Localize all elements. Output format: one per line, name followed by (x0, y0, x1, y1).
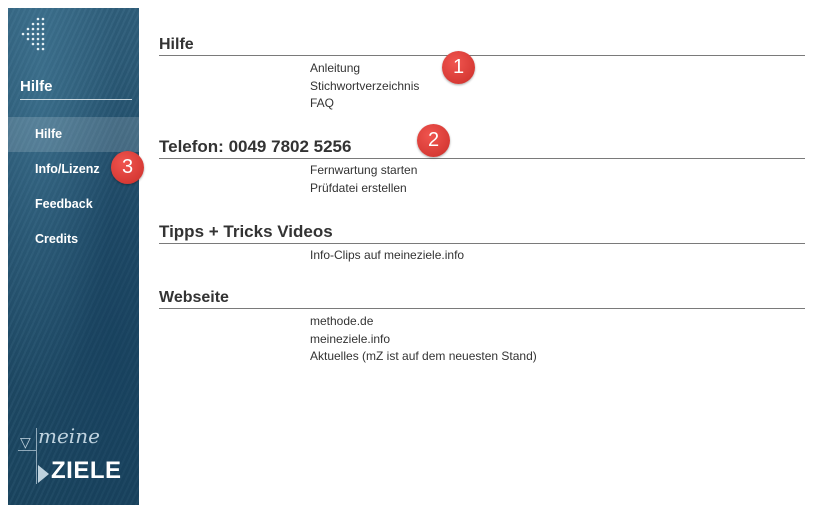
callout-badge-2: 2 (417, 124, 450, 157)
section-title-hilfe: Hilfe (159, 36, 805, 56)
brand-ziele-text: ZIELE (51, 457, 122, 484)
section-webseite: Webseite methode.de meineziele.info Aktu… (159, 289, 805, 366)
sidebar-title: Hilfe (20, 78, 132, 100)
link-info-clips[interactable]: Info-Clips auf meineziele.info (310, 247, 805, 265)
triangle-icon: ▽ (20, 434, 31, 450)
section-tipps-tricks: Tipps + Tricks Videos Info-Clips auf mei… (159, 222, 805, 265)
brand-meine-text: meine (38, 424, 100, 448)
play-arrow-icon (38, 465, 49, 483)
section-hilfe: Hilfe Anleitung Stichwortverzeichnis FAQ (159, 36, 805, 113)
callout-badge-1: 1 (442, 51, 475, 84)
section-title-tipps-tricks: Tipps + Tricks Videos (159, 222, 805, 244)
meineziele-logo: ▽ meine ZIELE (18, 424, 138, 494)
sidebar-item-hilfe[interactable]: Hilfe (8, 117, 139, 152)
link-pruefdatei-erstellen[interactable]: Prüfdatei erstellen (310, 180, 805, 198)
link-anleitung[interactable]: Anleitung (310, 60, 805, 78)
sidebar-nav: Hilfe Info/Lizenz Feedback Credits (8, 117, 139, 257)
link-fernwartung-starten[interactable]: Fernwartung starten (310, 162, 805, 180)
section-title-telefon: Telefon: 0049 7802 5256 (159, 137, 805, 159)
sidebar-item-credits[interactable]: Credits (8, 222, 139, 257)
link-stichwortverzeichnis[interactable]: Stichwortverzeichnis (310, 78, 805, 96)
link-methode-de[interactable]: methode.de (310, 313, 805, 331)
section-telefon: Telefon: 0049 7802 5256 Fernwartung star… (159, 137, 805, 197)
sidebar-item-feedback[interactable]: Feedback (8, 187, 139, 222)
callout-badge-3: 3 (111, 151, 144, 184)
link-faq[interactable]: FAQ (310, 95, 805, 113)
link-aktuelles[interactable]: Aktuelles (mZ ist auf dem neuesten Stand… (310, 348, 805, 366)
app-logo-icon (21, 17, 45, 51)
sidebar: Hilfe Hilfe Info/Lizenz Feedback Credits… (8, 8, 139, 505)
link-meineziele-info[interactable]: meineziele.info (310, 331, 805, 349)
section-title-webseite: Webseite (159, 289, 805, 309)
